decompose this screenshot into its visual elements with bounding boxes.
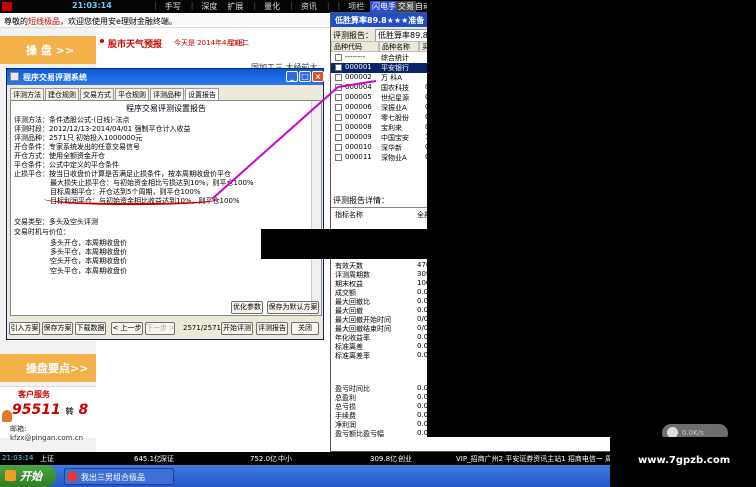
network-speed: 0.0K/s — [682, 429, 704, 437]
ticker-sz-label[interactable]: 深证 — [160, 454, 174, 464]
ticker-sz-volume: 752.0亿 — [250, 455, 278, 463]
site-watermark: www.7gpzb.com — [610, 437, 756, 487]
ticker-sh-volume: 645.1亿 — [134, 455, 162, 463]
ticker-sme-label[interactable]: 中小 — [278, 454, 292, 464]
taskbar-app-label: 我出三男组合极品 — [81, 473, 145, 482]
taskbar-app-button[interactable]: 我出三男组合极品 — [64, 468, 174, 485]
ticker-server-info: VIP_招商广州2 平安证券资讯主站1 招商电信一 周 — [456, 455, 613, 463]
arrow-line — [211, 86, 339, 200]
start-label: 开始 — [20, 470, 42, 483]
ticker-gem-label[interactable]: 创业 — [398, 454, 412, 464]
start-button[interactable]: 开始 — [0, 465, 56, 487]
arrow-line-tail — [337, 80, 377, 88]
redaction-right — [427, 0, 756, 437]
windows-icon — [5, 470, 16, 481]
ticker-sh-label[interactable]: 上证 — [40, 454, 54, 464]
ticker-sme-volume: 309.8亿 — [370, 455, 398, 463]
app-icon — [68, 472, 77, 481]
ticker-time: 21:03:14 — [2, 454, 34, 462]
